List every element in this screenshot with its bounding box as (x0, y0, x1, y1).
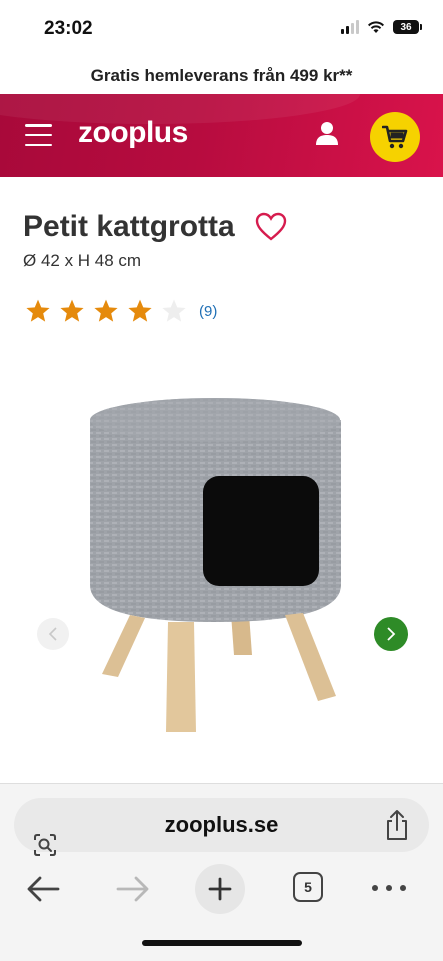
status-time: 23:02 (44, 18, 93, 39)
star-icon (94, 299, 118, 322)
site-header: zooplus (0, 94, 443, 177)
battery-icon: 36 (393, 20, 422, 34)
rating[interactable]: (9) (25, 298, 217, 324)
logo[interactable]: zooplus (78, 116, 188, 150)
chevron-left-icon (48, 627, 57, 641)
status-bar: 23:02 36 (0, 0, 443, 58)
user-icon[interactable] (314, 120, 340, 146)
product-title: Petit kattgrotta (23, 210, 235, 243)
signal-icon (341, 20, 359, 34)
url-text[interactable]: zooplus.se (0, 810, 443, 840)
heart-icon[interactable] (255, 212, 287, 242)
carousel-next-button[interactable] (374, 617, 408, 651)
star-icon (60, 299, 84, 322)
star-icon (26, 299, 50, 322)
star-empty-icon (162, 299, 186, 322)
cart-icon (382, 125, 408, 149)
menu-icon[interactable] (25, 124, 52, 146)
product-dimensions: Ø 42 x H 48 cm (23, 251, 142, 270)
plus-icon (208, 877, 232, 901)
carousel-prev-button[interactable] (37, 618, 69, 650)
share-icon[interactable] (383, 809, 411, 841)
product-image (90, 398, 341, 732)
promo-banner[interactable]: Gratis hemleverans från 499 kr** (0, 58, 443, 94)
cart-button[interactable] (370, 112, 420, 162)
tabs-button[interactable]: 5 (293, 872, 323, 902)
review-count-link[interactable]: (9) (199, 303, 217, 320)
back-arrow-icon[interactable] (25, 874, 61, 904)
product-title-row: Petit kattgrotta (23, 210, 287, 244)
home-indicator (142, 940, 302, 946)
star-icon (128, 299, 152, 322)
more-icon[interactable] (372, 878, 406, 898)
forward-arrow-icon[interactable] (115, 874, 151, 904)
wifi-icon (368, 21, 384, 33)
chevron-right-icon (387, 627, 396, 641)
status-icons: 36 (341, 20, 422, 34)
new-tab-button[interactable] (195, 864, 245, 914)
